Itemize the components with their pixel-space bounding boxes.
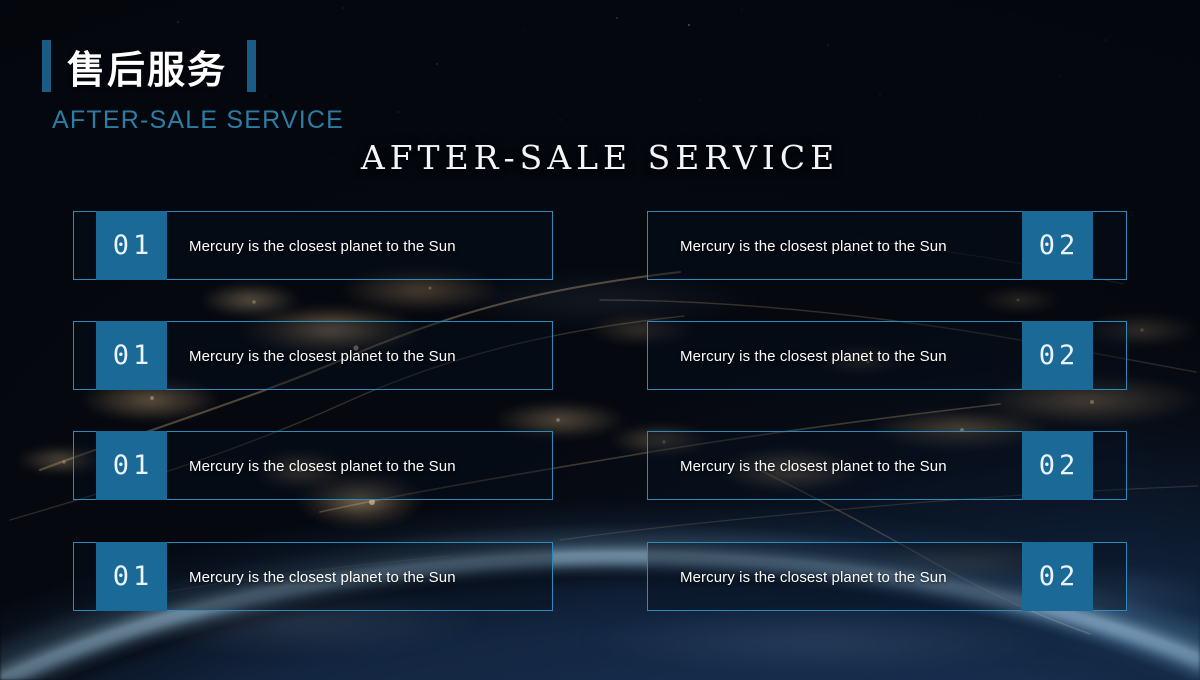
item-number: 01 [112, 450, 154, 481]
service-item-list: 01 Mercury is the closest planet to the … [0, 0, 1200, 680]
item-number-block: 02 [1022, 542, 1093, 611]
item-number-block: 01 [96, 321, 167, 390]
item-number-block: 02 [1022, 431, 1093, 500]
item-label: Mercury is the closest planet to the Sun [189, 348, 456, 365]
service-item-right-3[interactable]: 02 Mercury is the closest planet to the … [647, 431, 1127, 500]
slide-after-sale-service: 售后服务 AFTER-SALE SERVICE AFTER-SALE SERVI… [0, 0, 1200, 680]
item-label: Mercury is the closest planet to the Sun [680, 238, 947, 255]
item-label: Mercury is the closest planet to the Sun [189, 238, 456, 255]
item-number: 02 [1038, 340, 1080, 371]
item-label: Mercury is the closest planet to the Sun [680, 458, 947, 475]
item-number: 01 [112, 561, 154, 592]
item-label: Mercury is the closest planet to the Sun [680, 348, 947, 365]
item-number: 02 [1038, 230, 1080, 261]
item-label: Mercury is the closest planet to the Sun [680, 569, 947, 586]
service-item-right-1[interactable]: 02 Mercury is the closest planet to the … [647, 211, 1127, 280]
service-item-left-2[interactable]: 01 Mercury is the closest planet to the … [73, 321, 553, 390]
item-label: Mercury is the closest planet to the Sun [189, 458, 456, 475]
item-number-block: 01 [96, 542, 167, 611]
item-number-block: 01 [96, 431, 167, 500]
item-number-block: 01 [96, 211, 167, 280]
item-number: 02 [1038, 450, 1080, 481]
item-label: Mercury is the closest planet to the Sun [189, 569, 456, 586]
item-number: 01 [112, 230, 154, 261]
item-number: 02 [1038, 561, 1080, 592]
item-number: 01 [112, 340, 154, 371]
service-item-left-1[interactable]: 01 Mercury is the closest planet to the … [73, 211, 553, 280]
service-item-right-4[interactable]: 02 Mercury is the closest planet to the … [647, 542, 1127, 611]
service-item-right-2[interactable]: 02 Mercury is the closest planet to the … [647, 321, 1127, 390]
service-item-left-3[interactable]: 01 Mercury is the closest planet to the … [73, 431, 553, 500]
item-number-block: 02 [1022, 211, 1093, 280]
item-number-block: 02 [1022, 321, 1093, 390]
service-item-left-4[interactable]: 01 Mercury is the closest planet to the … [73, 542, 553, 611]
